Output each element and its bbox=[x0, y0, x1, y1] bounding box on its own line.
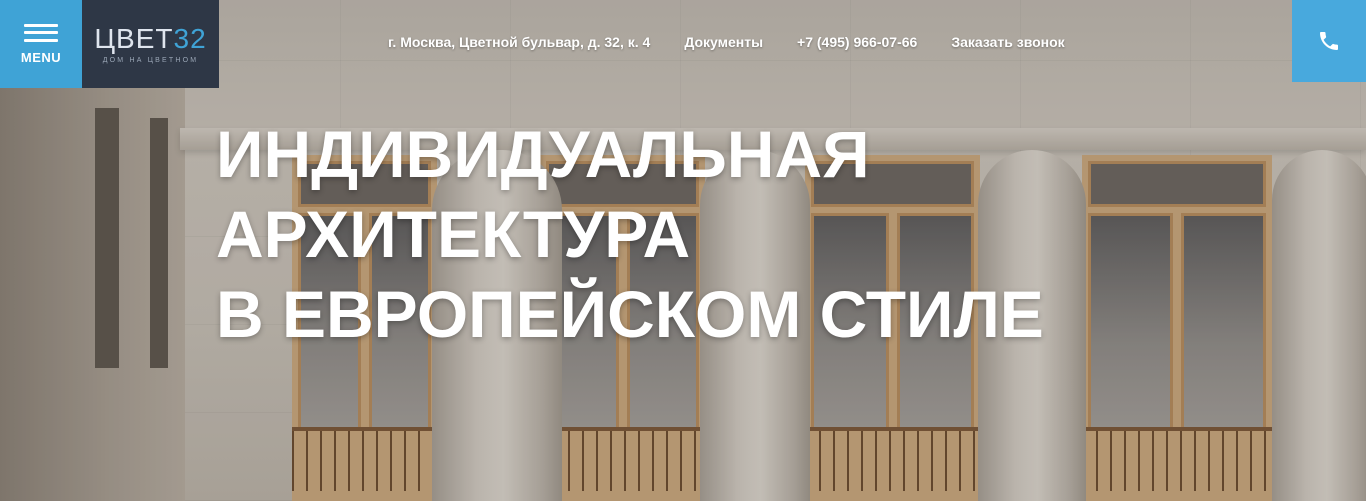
hero-line-2: АРХИТЕКТУРА bbox=[216, 197, 691, 271]
logo-wordmark: ЦВЕТ32 bbox=[94, 22, 207, 54]
hero-line-1: ИНДИВИДУАЛЬНАЯ bbox=[216, 117, 870, 191]
logo-number: 32 bbox=[173, 22, 207, 54]
nav-request-call-link[interactable]: Заказать звонок bbox=[951, 34, 1064, 50]
logo-text: ЦВЕТ bbox=[94, 22, 174, 54]
logo-tagline: дом на цветном bbox=[102, 56, 199, 64]
nav-documents-link[interactable]: Документы bbox=[684, 34, 763, 50]
nav-phone-link[interactable]: +7 (495) 966-07-66 bbox=[797, 34, 917, 50]
menu-label: MENU bbox=[20, 49, 62, 65]
menu-button[interactable]: MENU bbox=[0, 0, 82, 88]
top-navigation: г. Москва, Цветной бульвар, д. 32, к. 4 … bbox=[388, 34, 1065, 50]
site-logo[interactable]: ЦВЕТ32 дом на цветном bbox=[82, 0, 219, 88]
hero-heading: ИНДИВИДУАЛЬНАЯ АРХИТЕКТУРА В ЕВРОПЕЙСКОМ… bbox=[216, 114, 1044, 354]
hamburger-icon bbox=[24, 23, 58, 42]
phone-icon bbox=[1320, 32, 1338, 50]
nav-address-link[interactable]: г. Москва, Цветной бульвар, д. 32, к. 4 bbox=[388, 34, 650, 50]
hero-line-3: В ЕВРОПЕЙСКОМ СТИЛЕ bbox=[216, 277, 1044, 351]
call-button[interactable] bbox=[1292, 0, 1366, 82]
